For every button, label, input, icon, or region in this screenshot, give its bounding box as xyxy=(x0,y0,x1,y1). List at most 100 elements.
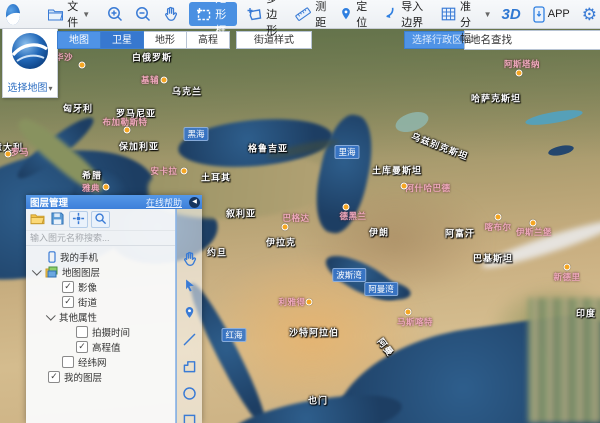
country-label: 匈牙利 xyxy=(63,102,93,115)
layer-tree-label: 地图图层 xyxy=(62,265,100,279)
country-label: 希腊 xyxy=(82,169,102,182)
city-label: 马斯喀特 xyxy=(397,316,433,328)
layer-tree-label: 高程值 xyxy=(92,340,121,354)
sea-label: 里海 xyxy=(334,145,359,159)
rectangle-select-button[interactable]: 矩形框 xyxy=(189,2,237,26)
tree-expand-arrow-icon[interactable] xyxy=(46,311,56,321)
select-map-tile[interactable]: 选择地图▾ xyxy=(2,28,58,98)
layer-tree-label: 影像 xyxy=(78,280,97,294)
city-label: 安卡拉 xyxy=(150,165,177,177)
chevron-down-icon: ▾ xyxy=(48,84,52,93)
city-label: 基辅 xyxy=(141,74,159,86)
collapse-panel-button[interactable]: ◀ xyxy=(189,197,200,208)
folder-icon xyxy=(47,7,64,22)
zoom-in-button[interactable] xyxy=(103,2,127,26)
layer-tree-item[interactable]: 经纬网 xyxy=(26,354,175,369)
city-dot xyxy=(343,204,350,211)
pan-button[interactable] xyxy=(159,2,183,26)
layer-tree-item[interactable]: ✓ 街道 xyxy=(26,294,175,309)
city-label: 新德里 xyxy=(553,271,580,283)
checkbox[interactable] xyxy=(76,326,88,338)
checkbox[interactable] xyxy=(62,356,74,368)
country-label: 沙特阿拉伯 xyxy=(289,326,339,339)
city-dot xyxy=(405,309,412,316)
country-label: 白俄罗斯 xyxy=(132,51,172,64)
city-label: 阿什哈巴德 xyxy=(405,182,450,194)
search-layers-button[interactable] xyxy=(91,211,110,228)
layer-tree-item[interactable]: 拍摄时间 xyxy=(26,324,175,339)
save-button[interactable] xyxy=(49,212,66,227)
layer-search-input[interactable] xyxy=(26,231,175,246)
fit-view-button[interactable] xyxy=(69,211,88,228)
checkbox[interactable]: ✓ xyxy=(62,281,74,293)
country-label: 格鲁吉亚 xyxy=(248,142,288,155)
country-label: 印度 xyxy=(576,307,596,320)
country-label: 保加利亚 xyxy=(119,140,159,153)
city-dot xyxy=(401,183,408,190)
layer-tree-item[interactable]: 其他属性 xyxy=(26,309,175,324)
settings-button[interactable]: ⚙ xyxy=(579,2,600,26)
layer-panel-title: 图层管理 xyxy=(30,195,68,209)
city-dot xyxy=(79,62,86,69)
grid-icon xyxy=(440,6,457,22)
city-dot xyxy=(530,220,537,227)
import-arrow-icon xyxy=(382,6,398,22)
phone-icon xyxy=(533,6,545,23)
checkbox[interactable]: ✓ xyxy=(62,296,74,308)
polygon-select-button[interactable]: 多边形 xyxy=(243,2,285,26)
file-menu-button[interactable]: 文件 ▼ xyxy=(44,2,93,26)
app-label: APP xyxy=(548,8,570,20)
chevron-down-icon: ▼ xyxy=(82,10,90,19)
layer-panel-toolbar xyxy=(26,209,175,231)
city-dot xyxy=(124,127,131,134)
sea-label: 阿曼湾 xyxy=(364,282,398,296)
hand-icon xyxy=(162,5,180,23)
layer-tree-label: 街道 xyxy=(78,295,97,309)
fit-view-icon xyxy=(72,212,85,228)
sea-label: 波斯湾 xyxy=(332,268,366,282)
gear-icon: ⚙ xyxy=(582,6,597,23)
country-label: 土耳其 xyxy=(201,171,231,184)
country-label: 哈萨克斯坦 xyxy=(471,92,521,105)
layer-tree-item[interactable]: 我的手机 xyxy=(26,249,175,264)
rectangle-select-label: 矩形框 xyxy=(215,0,231,38)
country-label: 土库曼斯坦 xyxy=(372,164,422,177)
city-label: 利雅得 xyxy=(278,296,305,308)
city-dot xyxy=(181,168,188,175)
tree-expand-arrow-icon[interactable] xyxy=(32,266,42,276)
app-button[interactable]: APP xyxy=(530,2,573,26)
import-boundary-button[interactable]: 导入边界 xyxy=(379,2,428,26)
map-type-button-0[interactable]: 地图 xyxy=(57,31,101,49)
main-toolbar: 文件 ▼ 矩形框 多边形 测距 定位 导入边界 标准分幅 ▼ 3D APP xyxy=(0,0,600,29)
city-dot xyxy=(103,184,110,191)
layer-tree-item[interactable]: 地图图层 xyxy=(26,264,175,279)
layer-tree-item[interactable]: ✓ 影像 xyxy=(26,279,175,294)
phone-icon xyxy=(48,251,56,263)
rectangle-plus-icon xyxy=(195,6,212,22)
open-folder-icon xyxy=(30,212,45,228)
map-type-button-1[interactable]: 卫星 xyxy=(101,31,144,49)
layer-tree-item[interactable]: ✓ 高程值 xyxy=(26,339,175,354)
online-help-link[interactable]: 在线帮助 xyxy=(146,196,182,209)
city-dot xyxy=(516,70,523,77)
open-file-button[interactable] xyxy=(29,212,46,227)
city-label: 伊斯兰堡 xyxy=(516,226,552,238)
measure-button[interactable]: 测距 xyxy=(291,2,329,26)
place-search-input[interactable] xyxy=(464,30,600,50)
standard-sheet-button[interactable]: 标准分幅 ▼ xyxy=(437,2,495,26)
city-label: 喀布尔 xyxy=(484,221,511,233)
checkbox[interactable]: ✓ xyxy=(48,371,60,383)
ruler-icon xyxy=(294,5,312,23)
three-d-button[interactable]: 3D xyxy=(499,2,524,26)
layer-manager-panel: 图层管理 在线帮助 ◀ 我的手机地图图层 ✓ 影像 ✓ 街道其他属性拍摄时间 ✓ 高程值经纬… xyxy=(26,195,202,423)
zoom-out-button[interactable] xyxy=(131,2,155,26)
city-dot xyxy=(495,214,502,221)
checkbox[interactable]: ✓ xyxy=(76,341,88,353)
locate-button[interactable]: 定位 xyxy=(336,2,370,26)
layers-icon xyxy=(45,266,58,278)
layer-tree-item[interactable]: ✓我的图层 xyxy=(26,369,175,384)
map-type-button-2[interactable]: 地形 xyxy=(144,31,187,49)
standard-sheet-label: 标准分幅 xyxy=(460,0,480,46)
city-dot xyxy=(161,77,168,84)
layer-tree-label: 拍摄时间 xyxy=(92,325,130,339)
